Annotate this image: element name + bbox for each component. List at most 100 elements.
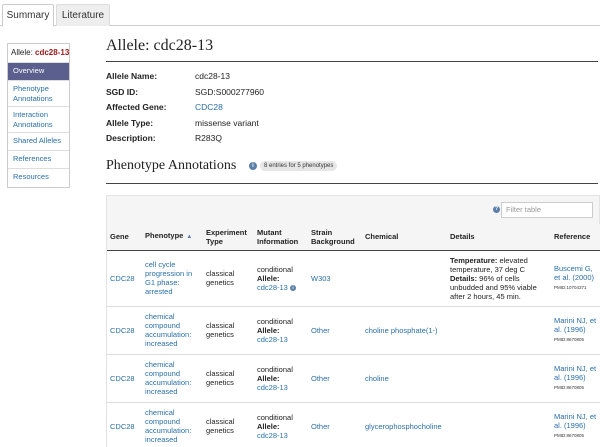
phenotype-table: Gene Phenotype ▲ Experiment Type Mutant I… — [107, 224, 600, 447]
tab-bar: Summary Literature — [0, 0, 600, 27]
table-header-row: Gene Phenotype ▲ Experiment Type Mutant I… — [107, 224, 600, 251]
details-label: Details: — [450, 273, 478, 283]
title-divider — [106, 61, 598, 62]
allele-type-value: missense variant — [195, 117, 259, 128]
reference-link[interactable]: Marini NJ, et al. (1996) — [554, 412, 596, 430]
gene-link[interactable]: CDC28 — [107, 250, 142, 307]
col-header-phenotype-label: Phenotype — [145, 231, 184, 241]
allele-link[interactable]: cdc28-13 — [257, 383, 288, 392]
info-label: Allele Name: — [106, 71, 158, 81]
allele-info: Allele Name: cdc28-13 SGD ID: SGD:S00027… — [106, 69, 506, 147]
sidebar-title-prefix: Allele: — [11, 48, 36, 57]
chemical-link[interactable]: glycerophosphocholine — [362, 402, 447, 447]
mutant-type: conditional — [257, 412, 293, 422]
info-label: Allele Type: — [106, 117, 154, 128]
pmid-label: PMID:8670805 — [554, 337, 585, 342]
mutant-info: conditional Allele: cdc28-13 — [254, 402, 308, 447]
reference-cell: Marini NJ, et al. (1996) PMID:8670805 — [551, 402, 600, 447]
gene-link[interactable]: CDC28 — [107, 354, 142, 403]
sidebar-item-interaction-annotations[interactable]: Interaction Annotations — [8, 107, 69, 133]
info-label: Description: — [106, 133, 156, 143]
sidebar-item-resources[interactable]: Resources — [8, 169, 69, 187]
mutant-type: conditional — [257, 364, 293, 374]
phenotype-section-title: Phenotype Annotations — [106, 158, 237, 173]
col-header-details[interactable]: Details — [447, 224, 551, 251]
reference-cell: Buscemi G, et al. (2000) PMID:10704371 — [551, 250, 600, 307]
allele-link[interactable]: cdc28-13 — [257, 335, 288, 344]
col-header-strain[interactable]: Strain Background — [308, 224, 362, 251]
col-header-reference[interactable]: Reference — [551, 224, 600, 251]
tab-summary[interactable]: Summary — [2, 4, 54, 27]
mutant-type: conditional — [257, 316, 293, 326]
gene-link[interactable]: CDC28 — [107, 306, 142, 355]
page-title: Allele: cdc28-13 — [106, 37, 214, 54]
phenotype-link[interactable]: chemical compound accumulation: increase… — [142, 402, 203, 447]
info-icon[interactable]: i — [289, 284, 296, 291]
section-divider — [106, 183, 598, 184]
allele-name-value: cdc28-13 — [195, 71, 230, 81]
mutant-type: conditional — [257, 264, 293, 274]
reference-link[interactable]: Marini NJ, et al. (1996) — [554, 316, 596, 334]
info-icon[interactable]: i — [249, 162, 257, 170]
sort-ascending-icon: ▲ — [186, 234, 193, 241]
table-row: CDC28 chemical compound accumulation: in… — [107, 306, 600, 355]
col-header-chemical[interactable]: Chemical — [362, 224, 447, 251]
sidebar-item-overview[interactable]: Overview — [8, 63, 69, 81]
phenotype-table-panel: ? Filter table Gene Phenotype ▲ Experimen… — [106, 195, 600, 447]
strain-link[interactable]: Other — [308, 354, 362, 403]
reference-cell: Marini NJ, et al. (1996) PMID:8670805 — [551, 306, 600, 355]
col-header-phenotype[interactable]: Phenotype ▲ — [142, 224, 203, 251]
experiment-type: classical genetics — [203, 250, 254, 307]
allele-link[interactable]: cdc28-13 — [257, 431, 288, 440]
help-icon[interactable]: ? — [493, 206, 500, 213]
chemical-link[interactable]: choline — [362, 354, 447, 403]
chemical-link[interactable] — [362, 250, 447, 307]
experiment-type: classical genetics — [203, 306, 254, 355]
details-cell — [447, 354, 551, 403]
col-header-mutant[interactable]: Mutant Information — [254, 224, 308, 251]
col-header-experiment[interactable]: Experiment Type — [203, 224, 254, 251]
sidebar-nav: Allele: cdc28-13 Overview Phenotype Anno… — [7, 43, 70, 188]
allele-label: Allele: — [257, 373, 280, 383]
reference-link[interactable]: Buscemi G, et al. (2000) — [554, 264, 594, 282]
strain-link[interactable]: Other — [308, 402, 362, 447]
filter-table-input[interactable]: Filter table — [501, 202, 593, 218]
allele-label: Allele: — [257, 421, 280, 431]
phenotype-link[interactable]: chemical compound accumulation: increase… — [142, 306, 203, 355]
pmid-label: PMID:10704371 — [554, 285, 587, 290]
sidebar-item-references[interactable]: References — [8, 151, 69, 169]
info-row-name: Allele Name: cdc28-13 — [106, 69, 506, 85]
sgd-id-value: SGD:S000277960 — [195, 86, 264, 97]
affected-gene-link[interactable]: CDC28 — [195, 100, 223, 115]
details-cell — [447, 402, 551, 447]
entries-count-badge: 8 entries for 5 phenotypes — [260, 161, 338, 171]
chemical-link[interactable]: choline phosphate(1-) — [362, 306, 447, 355]
strain-link[interactable]: Other — [308, 306, 362, 355]
details-cell: Temperature: elevated temperature, 37 de… — [447, 250, 551, 307]
gene-link[interactable]: CDC28 — [107, 402, 142, 447]
table-row: CDC28 chemical compound accumulation: in… — [107, 402, 600, 447]
phenotype-link[interactable]: cell cycle progression in G1 phase: arre… — [142, 250, 203, 307]
info-row-description: Description: R283Q — [106, 131, 506, 147]
table-row: CDC28 cell cycle progression in G1 phase… — [107, 250, 600, 307]
info-row-sgdid: SGD ID: SGD:S000277960 — [106, 85, 506, 101]
mutant-info: conditional Allele: cdc28-13 — [254, 354, 308, 403]
strain-link[interactable]: W303 — [308, 250, 362, 307]
info-label: Affected Gene: — [106, 102, 167, 112]
experiment-type: classical genetics — [203, 354, 254, 403]
mutant-info: conditional Allele: cdc28-13 — [254, 306, 308, 355]
sidebar-item-shared-alleles[interactable]: Shared Alleles — [8, 133, 69, 151]
details-cell — [447, 306, 551, 355]
experiment-type: classical genetics — [203, 402, 254, 447]
info-row-type: Allele Type: missense variant — [106, 116, 506, 132]
tab-literature[interactable]: Literature — [56, 4, 110, 26]
allele-link[interactable]: cdc28-13 — [257, 283, 288, 292]
allele-label: Allele: — [257, 273, 280, 283]
reference-link[interactable]: Marini NJ, et al. (1996) — [554, 364, 596, 382]
sidebar-item-phenotype-annotations[interactable]: Phenotype Annotations — [8, 81, 69, 107]
col-header-gene[interactable]: Gene — [107, 224, 142, 251]
info-row-gene: Affected Gene: CDC28 — [106, 100, 506, 116]
mutant-info: conditional Allele: cdc28-13 i — [254, 250, 308, 307]
pmid-label: PMID:8670805 — [554, 433, 585, 438]
phenotype-link[interactable]: chemical compound accumulation: increase… — [142, 354, 203, 403]
